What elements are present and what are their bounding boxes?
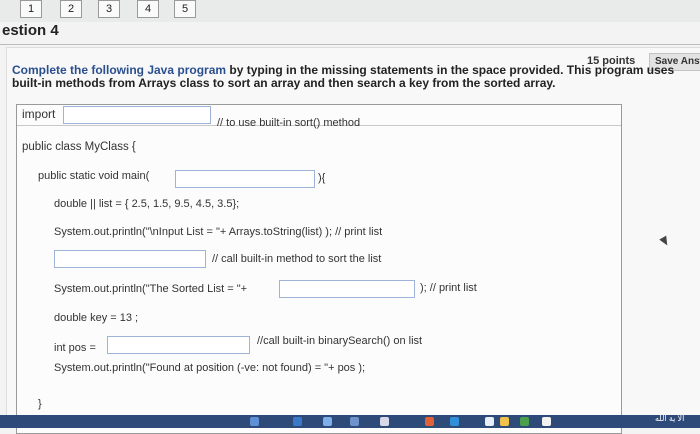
taskbar-app-icon[interactable] xyxy=(485,417,494,426)
binary-search-input[interactable] xyxy=(107,336,250,354)
taskbar-app-icon[interactable] xyxy=(350,417,359,426)
taskbar-app-icon[interactable] xyxy=(380,417,389,426)
closing-brace: } xyxy=(38,398,42,410)
class-declaration: public class MyClass { xyxy=(22,141,136,153)
sort-input[interactable] xyxy=(54,250,206,268)
question-instructions: Complete the following Java program by t… xyxy=(12,64,700,90)
main-signature-suffix: ){ xyxy=(318,172,326,184)
print-sorted-suffix: ); // print list xyxy=(420,282,477,294)
taskbar-app-icon[interactable] xyxy=(250,417,259,426)
question-title: estion 4 xyxy=(2,22,59,39)
sort-comment: // call built-in method to sort the list xyxy=(212,253,382,265)
import-comment: // to use built-in sort() method xyxy=(217,117,361,129)
import-input[interactable] xyxy=(63,106,211,124)
taskbar-app-icon[interactable] xyxy=(425,417,434,426)
main-param-input[interactable] xyxy=(175,170,315,188)
taskbar-app-icon[interactable] xyxy=(520,417,529,426)
instruction-highlight: Complete the following Java program xyxy=(12,63,227,77)
key-declaration: double key = 13 ; xyxy=(54,312,139,324)
taskbar-app-icon[interactable] xyxy=(323,417,332,426)
divider xyxy=(0,44,700,45)
pos-prefix: int pos = xyxy=(54,342,96,354)
pos-comment: //call built-in binarySearch() on list xyxy=(257,335,423,347)
taskbar-app-icon[interactable] xyxy=(293,417,302,426)
code-question-box xyxy=(16,104,622,434)
import-label: import xyxy=(22,107,56,121)
print-sorted-prefix: System.out.println("The Sorted List = "+ xyxy=(54,283,248,295)
nav-question-4[interactable]: 4 xyxy=(137,0,159,18)
print-found-statement: System.out.println("Found at position (-… xyxy=(54,362,366,374)
taskbar-app-icon[interactable] xyxy=(450,417,459,426)
sorted-list-input[interactable] xyxy=(279,280,415,298)
list-declaration: double || list = { 2.5, 1.5, 9.5, 4.5, 3… xyxy=(54,198,240,210)
taskbar-tray-text: الأ ية الله xyxy=(655,414,685,423)
taskbar-app-icon[interactable] xyxy=(542,417,551,426)
nav-question-5[interactable]: 5 xyxy=(174,0,196,18)
nav-question-3[interactable]: 3 xyxy=(98,0,120,18)
taskbar-app-icon[interactable] xyxy=(500,417,509,426)
print-input-statement: System.out.println("\nInput List = "+ Ar… xyxy=(54,226,383,238)
nav-question-1[interactable]: 1 xyxy=(20,0,42,18)
nav-question-2[interactable]: 2 xyxy=(60,0,82,18)
main-signature-prefix: public static void main( xyxy=(38,170,150,182)
